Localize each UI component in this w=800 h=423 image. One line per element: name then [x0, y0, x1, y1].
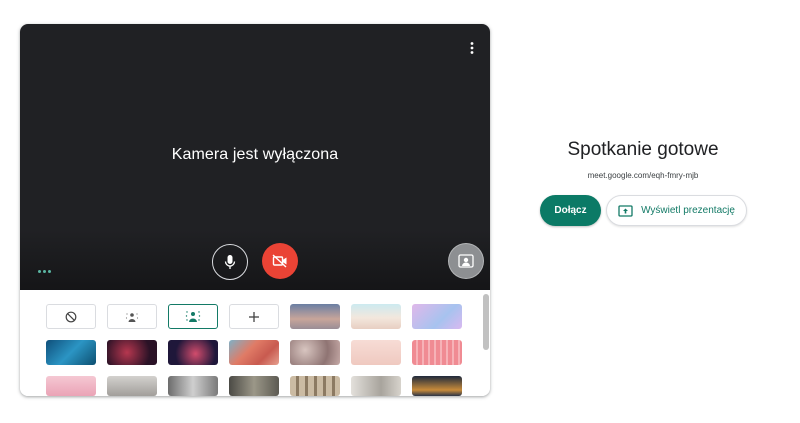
more-vert-icon — [470, 42, 474, 54]
background-image-tile[interactable] — [290, 340, 340, 365]
background-image-tile[interactable] — [290, 376, 340, 396]
background-image-tile[interactable] — [290, 304, 340, 329]
present-button[interactable]: Wyświetl prezentację — [606, 195, 747, 226]
blur-icon — [125, 312, 139, 322]
background-image-tile[interactable] — [229, 376, 279, 396]
background-image-tile[interactable] — [46, 340, 96, 365]
tray-scrollbar[interactable] — [482, 294, 490, 392]
background-image-tile[interactable] — [46, 376, 96, 396]
background-image-tile[interactable] — [107, 340, 157, 365]
join-button[interactable]: Dołącz — [540, 195, 601, 226]
join-panel: Spotkanie gotowe meet.google.com/eqh-fmr… — [529, 130, 757, 182]
upload-background-button[interactable] — [229, 304, 279, 329]
background-image-tile[interactable] — [412, 340, 462, 365]
background-image-tile[interactable] — [168, 340, 218, 365]
plus-icon — [249, 311, 259, 322]
microphone-icon — [224, 255, 236, 269]
scrollbar-thumb[interactable] — [483, 294, 489, 350]
page-title: Spotkanie gotowe — [567, 139, 719, 160]
background-image-tile[interactable] — [351, 304, 401, 329]
preview-gradient — [20, 230, 490, 290]
camera-off-message: Kamera jest wyłączona — [171, 146, 339, 163]
video-preview: Kamera jest wyłączona — [20, 24, 490, 290]
videocam-off-icon — [272, 254, 287, 268]
no-effect-button[interactable] — [46, 304, 96, 329]
present-button-label: Wyświetl prezentację — [641, 205, 735, 216]
more-options-button[interactable] — [460, 36, 484, 60]
block-icon — [65, 311, 77, 322]
background-image-tile[interactable] — [168, 376, 218, 396]
meeting-link: meet.google.com/eqh-fmry-mjb — [587, 171, 699, 180]
blur-button[interactable] — [168, 304, 218, 329]
present-to-all-icon — [618, 204, 633, 217]
audio-level-indicator — [38, 270, 51, 273]
camera-toggle-button[interactable] — [262, 243, 298, 279]
background-image-tile[interactable] — [412, 376, 462, 396]
background-image-tile[interactable] — [351, 340, 401, 365]
background-image-tile[interactable] — [412, 304, 462, 329]
preview-card: Kamera jest wyłączona — [20, 24, 490, 396]
background-image-tile[interactable] — [229, 340, 279, 365]
blur-icon — [185, 311, 201, 322]
slight-blur-button[interactable] — [107, 304, 157, 329]
background-image-tile[interactable] — [107, 376, 157, 396]
background-image-tile[interactable] — [351, 376, 401, 396]
visual-effects-icon — [458, 254, 474, 268]
visual-effects-button[interactable] — [448, 243, 484, 279]
background-tray — [20, 290, 490, 396]
microphone-button[interactable] — [212, 244, 248, 280]
